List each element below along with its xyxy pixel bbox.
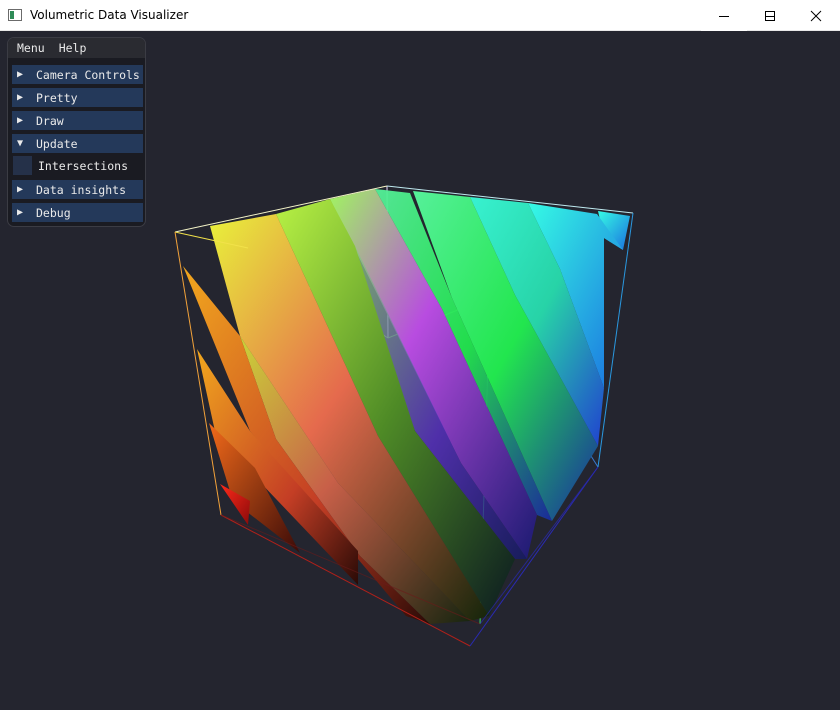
- section-label: Pretty: [36, 90, 78, 105]
- section-pretty[interactable]: ▶ Pretty: [12, 88, 143, 107]
- window-title: Volumetric Data Visualizer: [30, 8, 189, 22]
- panel-menubar: Menu Help: [8, 38, 145, 58]
- section-camera-controls[interactable]: ▶ Camera Controls: [12, 65, 143, 84]
- section-debug[interactable]: ▶ Debug: [12, 203, 143, 222]
- collapsed-arrow-icon: ▶: [17, 92, 24, 103]
- intersections-checkbox-row[interactable]: Intersections: [13, 155, 128, 176]
- minimize-button[interactable]: [701, 0, 747, 31]
- collapsed-arrow-icon: ▶: [17, 207, 24, 218]
- expanded-arrow-icon: ▼: [17, 138, 24, 149]
- menu-help[interactable]: Help: [59, 41, 87, 55]
- close-button[interactable]: [793, 0, 839, 31]
- section-label: Debug: [36, 205, 71, 220]
- control-panel[interactable]: Menu Help ▶ Camera Controls ▶ Pretty ▶ D…: [7, 37, 146, 227]
- section-data-insights[interactable]: ▶ Data insights: [12, 180, 143, 199]
- section-label: Camera Controls: [36, 67, 140, 82]
- collapsed-arrow-icon: ▶: [17, 184, 24, 195]
- collapsed-arrow-icon: ▶: [17, 69, 24, 80]
- maximize-button[interactable]: [747, 0, 793, 31]
- intersections-label: Intersections: [38, 158, 129, 173]
- maximize-icon: [765, 10, 775, 21]
- volume-slabs: [183, 189, 630, 624]
- menu-menu[interactable]: Menu: [17, 41, 45, 55]
- section-update[interactable]: ▼ Update: [12, 134, 143, 153]
- app-icon: [8, 9, 22, 21]
- collapsed-arrow-icon: ▶: [17, 115, 24, 126]
- minimize-icon: [719, 15, 729, 17]
- section-label: Data insights: [36, 182, 127, 197]
- section-draw[interactable]: ▶ Draw: [12, 111, 143, 130]
- section-label: Update: [36, 136, 78, 151]
- close-icon: [810, 10, 822, 21]
- section-label: Draw: [36, 113, 64, 128]
- intersections-checkbox[interactable]: [13, 156, 32, 175]
